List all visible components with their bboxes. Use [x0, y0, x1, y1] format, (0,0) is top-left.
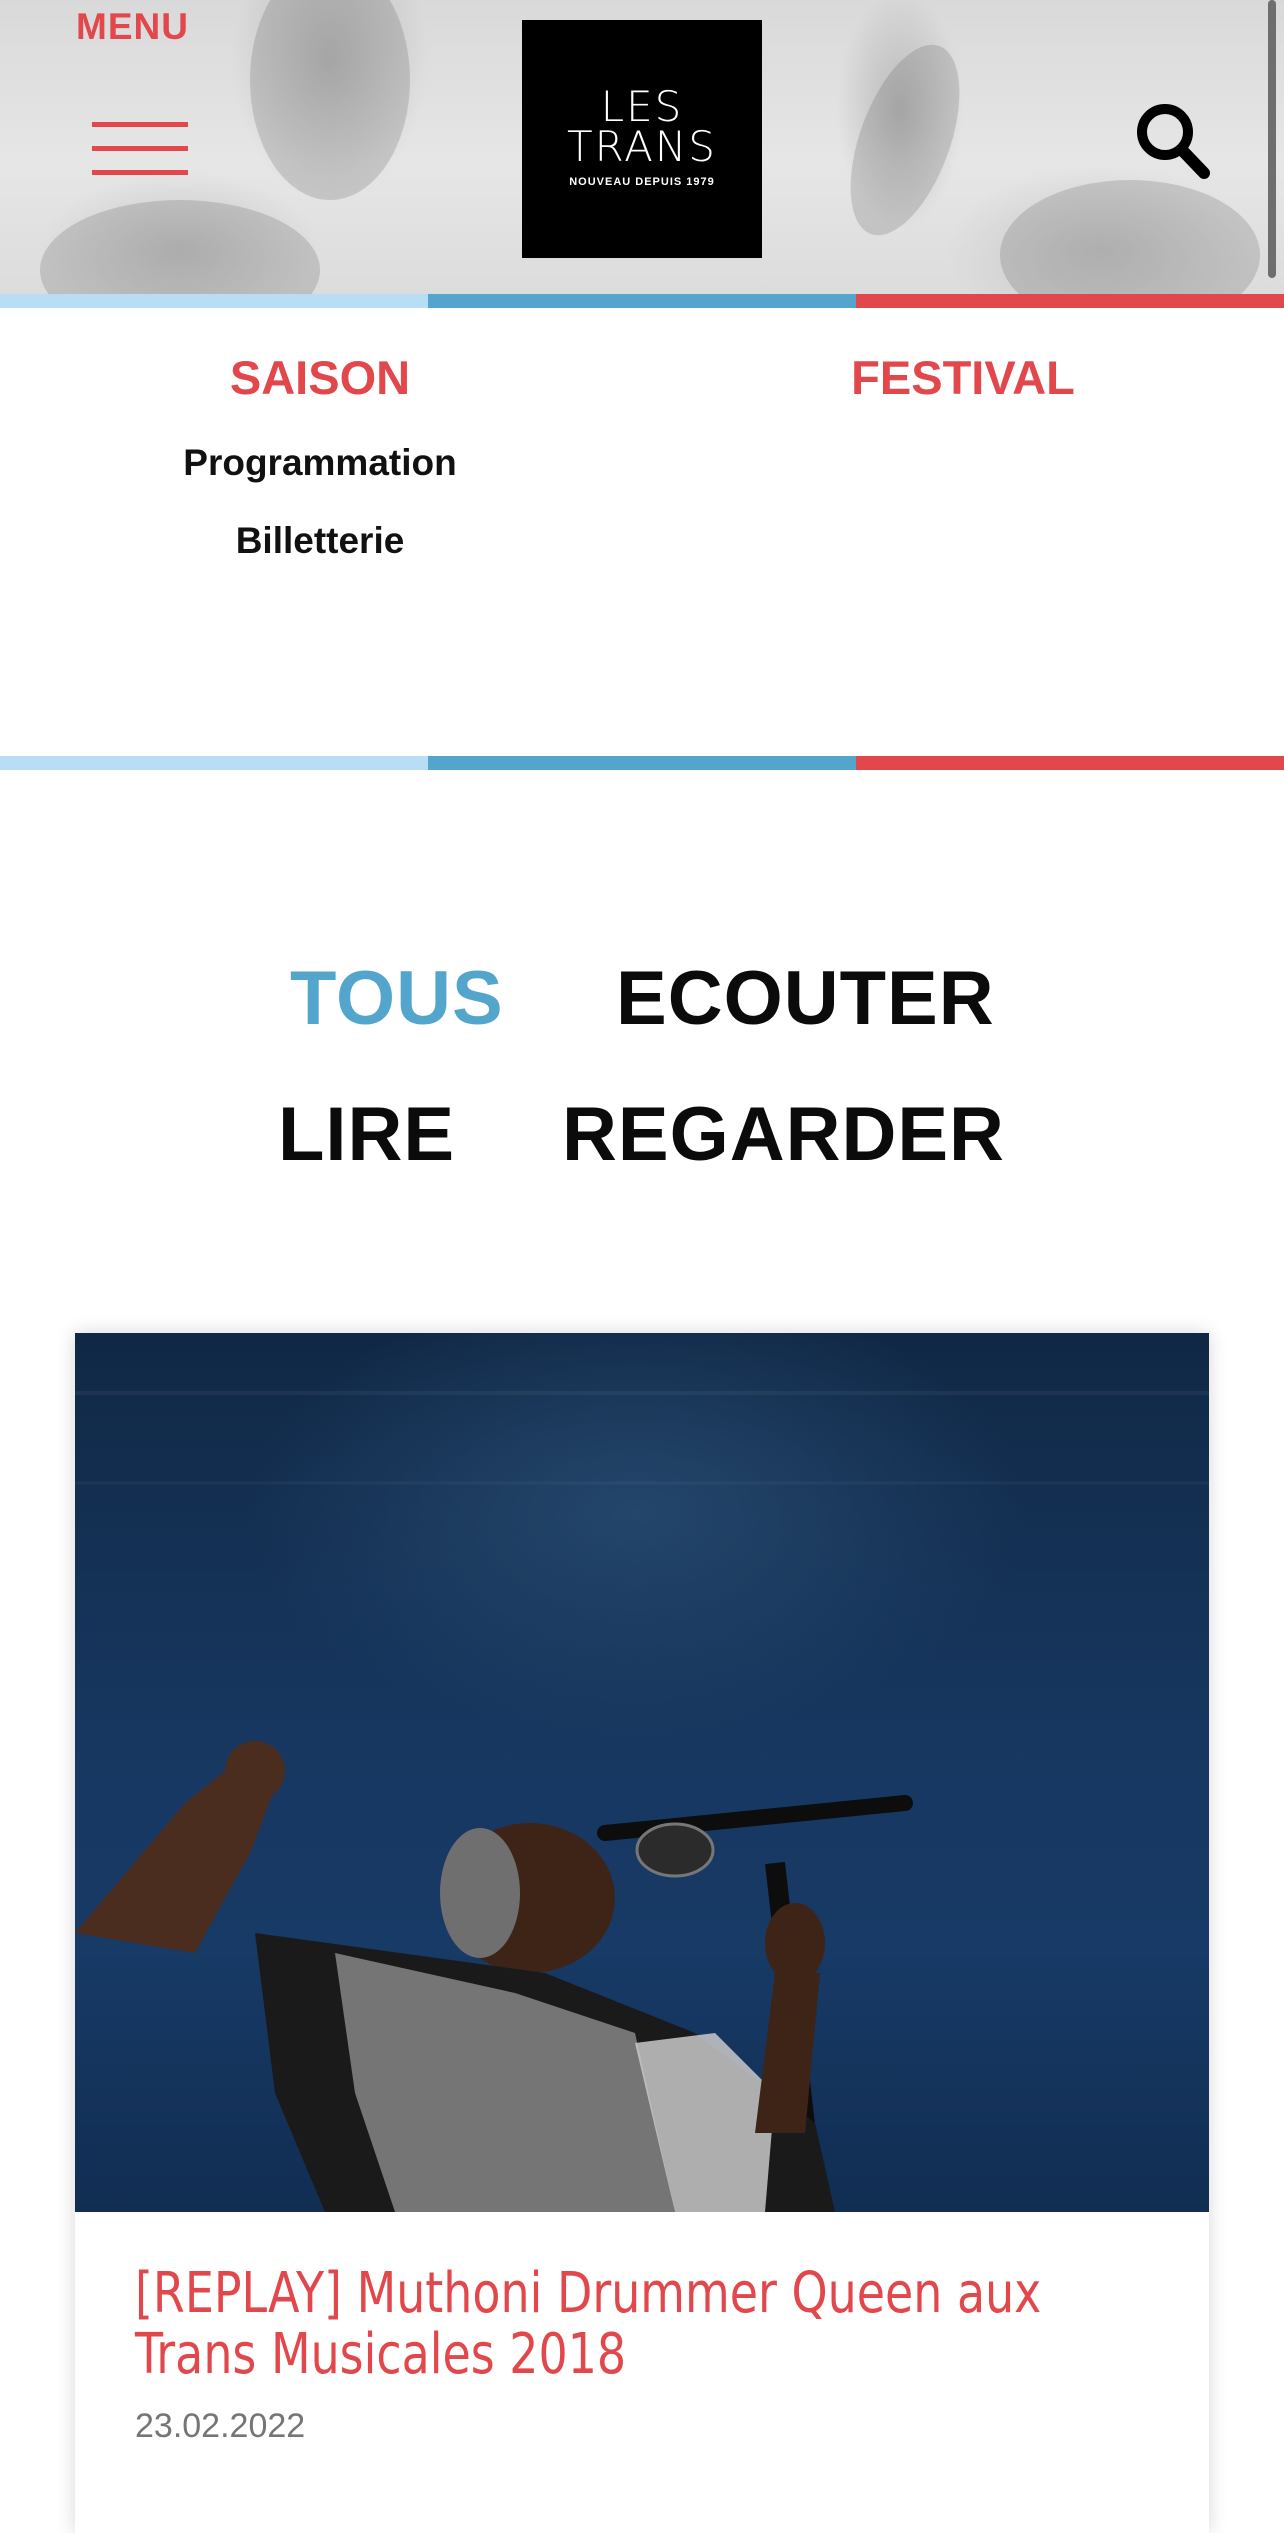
page-scrollbar[interactable] — [1268, 0, 1276, 278]
background-crowd-shape — [250, 0, 410, 200]
background-crowd-shape — [40, 200, 320, 294]
nav-link-billetterie[interactable]: Billetterie — [120, 520, 520, 562]
article-card[interactable]: [REPLAY] Muthoni Drummer Queen aux Trans… — [75, 1333, 1209, 2533]
article-image[interactable] — [75, 1333, 1209, 2212]
site-header: MENU LES TRANS NOUVEAU DEPUIS 1979 — [0, 0, 1284, 294]
nav-festival-title[interactable]: FESTIVAL — [763, 350, 1163, 405]
article-title-line-1: [REPLAY] Muthoni Drummer Queen aux — [135, 2261, 1042, 2326]
tricolor-divider — [0, 294, 1284, 308]
article-title-line-2: Trans Musicales 2018 — [135, 2322, 627, 2387]
filter-tous[interactable]: TOUS — [290, 955, 504, 1042]
menu-label[interactable]: MENU — [76, 6, 189, 48]
nav-saison-title[interactable]: SAISON — [120, 350, 520, 405]
background-crowd-shape — [1000, 180, 1260, 294]
article-date: 23.02.2022 — [135, 2407, 306, 2445]
tricolor-divider — [0, 756, 1284, 770]
nav-link-programmation[interactable]: Programmation — [120, 442, 520, 484]
filter-lire[interactable]: LIRE — [278, 1091, 455, 1178]
search-icon[interactable] — [1134, 100, 1210, 180]
article-title[interactable]: [REPLAY] Muthoni Drummer Queen aux Trans… — [135, 2263, 1160, 2385]
background-crowd-shape — [828, 30, 982, 250]
logo-line-2: TRANS — [567, 122, 717, 171]
logo-tagline: NOUVEAU DEPUIS 1979 — [569, 176, 715, 188]
hamburger-icon[interactable] — [92, 122, 188, 178]
performer-illustration — [75, 1391, 1209, 2212]
filter-regarder[interactable]: REGARDER — [562, 1091, 1005, 1178]
site-logo[interactable]: LES TRANS NOUVEAU DEPUIS 1979 — [522, 20, 762, 258]
filter-ecouter[interactable]: ECOUTER — [616, 955, 995, 1042]
